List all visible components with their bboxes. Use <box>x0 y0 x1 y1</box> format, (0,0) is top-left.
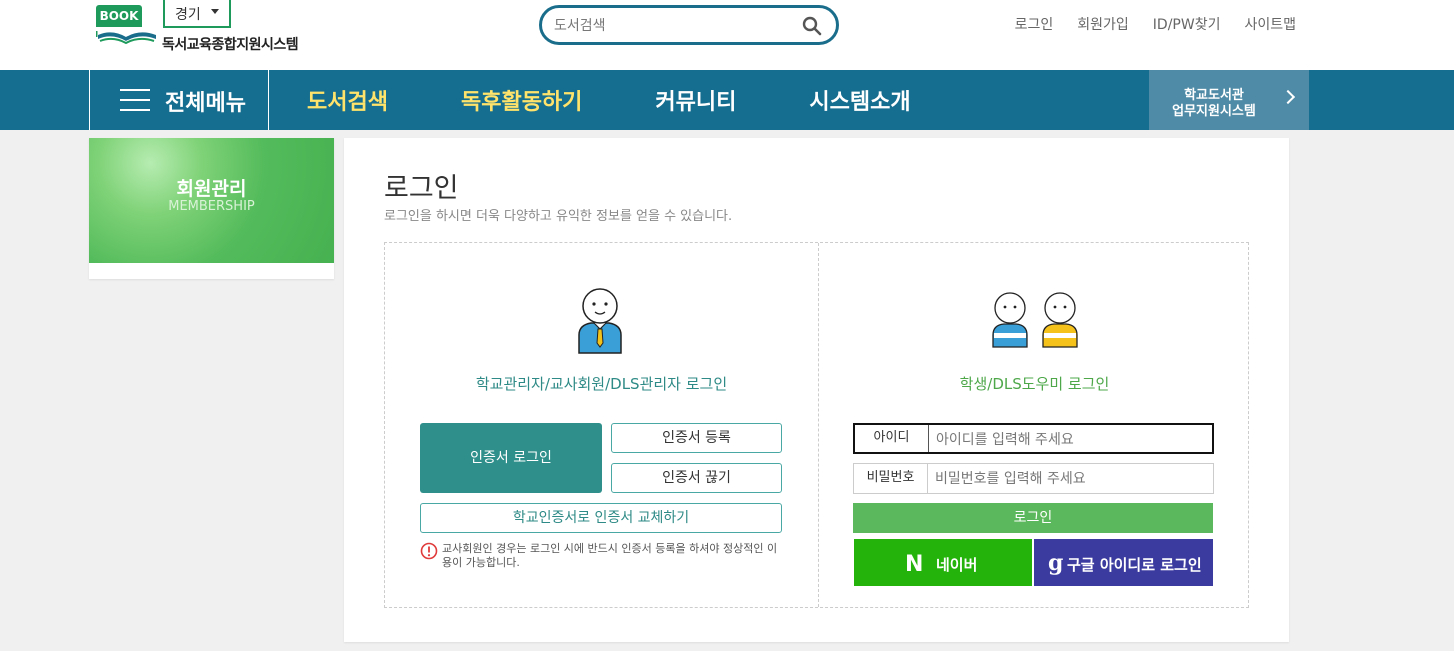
certificate-login-button[interactable]: 인증서 로그인 <box>420 423 602 493</box>
sidebar-title: 회원관리 <box>176 178 247 200</box>
password-label: 비밀번호 <box>854 464 928 493</box>
nav-item-system-intro[interactable]: 시스템소개 <box>809 84 910 116</box>
utility-links: 로그인 회원가입 ID/PW찾기 사이트맵 <box>1015 14 1296 34</box>
teacher-login-title: 학교관리자/교사회원/DLS관리자 로그인 <box>475 375 728 393</box>
nav-items: 도서검색 독후활동하기 커뮤니티 시스템소개 <box>307 84 911 116</box>
search-icon[interactable] <box>802 16 822 36</box>
nav-item-book-search[interactable]: 도서검색 <box>307 84 388 116</box>
site-name: 독서교육종합지원시스템 <box>162 37 299 53</box>
main-nav: 전체메뉴 도서검색 독후활동하기 커뮤니티 시스템소개 학교도서관 업무지원시스… <box>0 70 1454 130</box>
certificate-copy-button[interactable]: 인증서 끊기 <box>611 463 782 493</box>
logo-badge: BOOK <box>96 5 142 27</box>
chevron-right-icon <box>1280 89 1296 105</box>
all-menu-label: 전체메뉴 <box>165 91 246 116</box>
sidebar-subtitle: MEMBERSHIP <box>168 199 255 214</box>
region-select[interactable]: 경기 <box>163 0 231 28</box>
google-logo-icon: g <box>1048 550 1064 576</box>
caret-down-icon <box>211 9 219 14</box>
warning-icon <box>420 542 438 560</box>
certificate-register-button[interactable]: 인증서 등록 <box>611 423 782 453</box>
page-description: 로그인을 하시면 더욱 다양하고 유익한 정보를 얻을 수 있습니다. <box>384 209 733 224</box>
signup-link[interactable]: 회원가입 <box>1077 14 1129 34</box>
find-idpw-link[interactable]: ID/PW찾기 <box>1153 14 1221 34</box>
teacher-avatar-icon <box>578 288 622 354</box>
naver-login-label: 네이버 <box>936 556 978 574</box>
naver-logo-icon: N <box>905 552 924 577</box>
password-field-row: 비밀번호 <box>853 463 1214 494</box>
google-login-label: 구글 아이디로 로그인 <box>1067 556 1202 574</box>
top-header: BOOK 독서교육종합지원시스템 경기 로그인 회원가입 ID/PW찾기 사이트… <box>0 0 1454 70</box>
school-link-line2: 업무지원시스템 <box>1172 104 1256 119</box>
region-value: 경기 <box>175 7 201 23</box>
nav-item-community[interactable]: 커뮤니티 <box>655 84 736 116</box>
teacher-login-section: 학교관리자/교사회원/DLS관리자 로그인 인증서 로그인 인증서 등록 인증서… <box>385 243 818 607</box>
sitemap-link[interactable]: 사이트맵 <box>1244 14 1296 34</box>
id-field-row: 아이디 <box>853 423 1214 454</box>
main-content: 로그인 로그인을 하시면 더욱 다양하고 유익한 정보를 얻을 수 있습니다. … <box>344 138 1289 642</box>
school-certificate-swap-button[interactable]: 학교인증서로 인증서 교체하기 <box>420 503 782 533</box>
hamburger-icon <box>120 89 150 111</box>
all-menu-button[interactable]: 전체메뉴 <box>89 70 269 130</box>
open-book-icon <box>96 31 156 45</box>
school-library-system-link[interactable]: 학교도서관 업무지원시스템 <box>1149 70 1309 130</box>
student-login-section: 학생/DLS도우미 로그인 아이디 비밀번호 로그인 N 네이버 g 구글 아이… <box>819 243 1250 607</box>
search-box <box>539 5 839 45</box>
password-input[interactable] <box>935 468 1205 489</box>
id-label: 아이디 <box>855 425 929 452</box>
students-avatar-icon <box>992 292 1078 348</box>
teacher-notice: 교사회원인 경우는 로그인 시에 반드시 인증서 등록을 하셔야 정상적인 이용… <box>442 542 778 569</box>
google-login-button[interactable]: g 구글 아이디로 로그인 <box>1034 539 1213 586</box>
search-input[interactable] <box>554 15 794 37</box>
login-button[interactable]: 로그인 <box>853 503 1213 533</box>
student-login-title: 학생/DLS도우미 로그인 <box>959 375 1110 393</box>
nav-item-reading-activity[interactable]: 독후활동하기 <box>461 84 582 116</box>
naver-login-button[interactable]: N 네이버 <box>854 539 1032 586</box>
login-link[interactable]: 로그인 <box>1015 14 1054 34</box>
id-input[interactable] <box>936 429 1206 450</box>
login-box: 학교관리자/교사회원/DLS관리자 로그인 인증서 로그인 인증서 등록 인증서… <box>384 242 1249 608</box>
sidebar: 회원관리 MEMBERSHIP <box>89 138 334 279</box>
page-title: 로그인 <box>384 173 459 204</box>
